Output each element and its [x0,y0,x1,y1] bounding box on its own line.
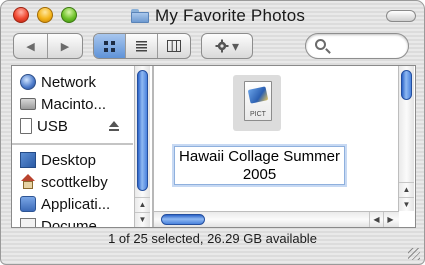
search-icon [315,39,326,50]
sidebar-scroll-arrows[interactable]: ▲ ▼ [135,197,150,225]
sidebar-divider [12,143,133,145]
pict-file-icon: PICT [244,81,272,121]
sidebar-scrollbar[interactable]: ▲ ▼ [134,66,150,227]
title-bar[interactable]: My Favorite Photos [1,1,424,31]
forward-button[interactable]: ▶ [48,34,82,58]
sidebar-item-label: Desktop [41,151,97,169]
file-type-label: PICT [250,111,266,118]
sidebar-item-label: Macinto... [41,95,107,113]
scroll-up-arrow-icon[interactable]: ▲ [399,182,414,197]
network-globe-icon [20,74,36,90]
scroll-up-arrow-icon[interactable]: ▲ [135,197,150,212]
sidebar-item-label: Network [41,73,97,91]
toolbar-toggle-button[interactable] [386,10,416,22]
main-vertical-scroll-thumb[interactable] [401,70,412,100]
main-vertical-scrollbar[interactable]: ▲ ▼ [398,66,414,211]
column-view-button[interactable] [158,34,190,58]
sidebar-item-network[interactable]: Network [20,72,96,92]
scroll-left-arrow-icon[interactable]: ◀ [369,212,383,227]
window-title: My Favorite Photos [155,6,306,25]
window-title-area: My Favorite Photos [131,6,305,26]
back-arrow-icon: ◀ [26,40,35,53]
chevron-down-icon: ▾ [231,37,240,54]
eject-icon[interactable] [108,121,120,133]
list-view-button[interactable] [126,34,158,58]
sidebar-item-label: USB [37,117,68,135]
applications-icon [20,196,36,212]
view-buttons [93,33,191,59]
home-icon [20,174,36,190]
file-name-editor[interactable]: Hawaii Collage Summer 2005 [174,146,345,185]
list-view-icon [136,41,147,52]
sidebar-item-macintosh-hd[interactable]: Macinto... [20,94,106,114]
sidebar: Network Macinto... USB Desktop scottkelb… [12,66,154,227]
usb-drive-icon [20,118,32,134]
minimize-button[interactable] [37,7,53,23]
sidebar-item-label: Applicati... [41,195,111,213]
content-area: Network Macinto... USB Desktop scottkelb… [11,65,416,228]
gear-icon [215,39,229,53]
documents-icon [20,218,36,227]
sidebar-item-usb[interactable]: USB [20,116,68,136]
back-button[interactable]: ◀ [14,34,49,58]
file-name-line-2: 2005 [242,166,277,183]
main-horizontal-scroll-thumb[interactable] [161,214,205,225]
resize-grip-icon[interactable] [408,248,420,260]
close-button[interactable] [13,7,29,23]
sidebar-item-home[interactable]: scottkelby [20,172,108,192]
toolbar: ◀ ▶ ▾ [1,31,424,65]
zoom-button[interactable] [61,7,77,23]
icon-view-button[interactable] [94,34,126,58]
file-item-pict[interactable]: PICT [233,75,281,131]
forward-arrow-icon: ▶ [60,40,70,53]
main-vertical-scroll-arrows[interactable]: ▲ ▼ [399,182,414,210]
hard-disk-icon [20,98,36,110]
sidebar-item-desktop[interactable]: Desktop [20,150,96,170]
sidebar-item-applications[interactable]: Applicati... [20,194,110,214]
main-horizontal-scrollbar[interactable]: ◀ ▶ [154,211,399,227]
sidebar-item-label: scottkelby [41,173,108,191]
sidebar-scroll-thumb[interactable] [137,70,148,191]
folder-icon [131,9,149,23]
scroll-down-arrow-icon[interactable]: ▼ [399,197,414,212]
finder-window: My Favorite Photos ◀ ▶ ▾ Network Macinto… [0,0,425,265]
status-bar: 1 of 25 selected, 26.29 GB available [108,231,317,246]
file-view: PICT Hawaii Collage Summer 2005 ▲ ▼ ◀ ▶ [154,66,415,227]
action-menu-button[interactable]: ▾ [201,33,253,59]
file-name-line-1: Hawaii Collage Summer [179,148,340,165]
nav-buttons: ◀ ▶ [13,33,83,59]
scroll-right-arrow-icon[interactable]: ▶ [383,212,397,227]
photo-thumbnail-icon [247,86,269,104]
column-view-icon [166,40,181,52]
scroll-down-arrow-icon[interactable]: ▼ [135,212,150,227]
sidebar-item-documents[interactable]: Docume... [20,216,109,227]
sidebar-item-label: Docume... [41,217,110,228]
search-field[interactable] [305,33,409,59]
main-horizontal-scroll-arrows[interactable]: ◀ ▶ [369,212,397,227]
desktop-icon [20,152,36,168]
action-menu-segment[interactable]: ▾ [202,34,252,58]
icon-view-icon [104,40,115,52]
